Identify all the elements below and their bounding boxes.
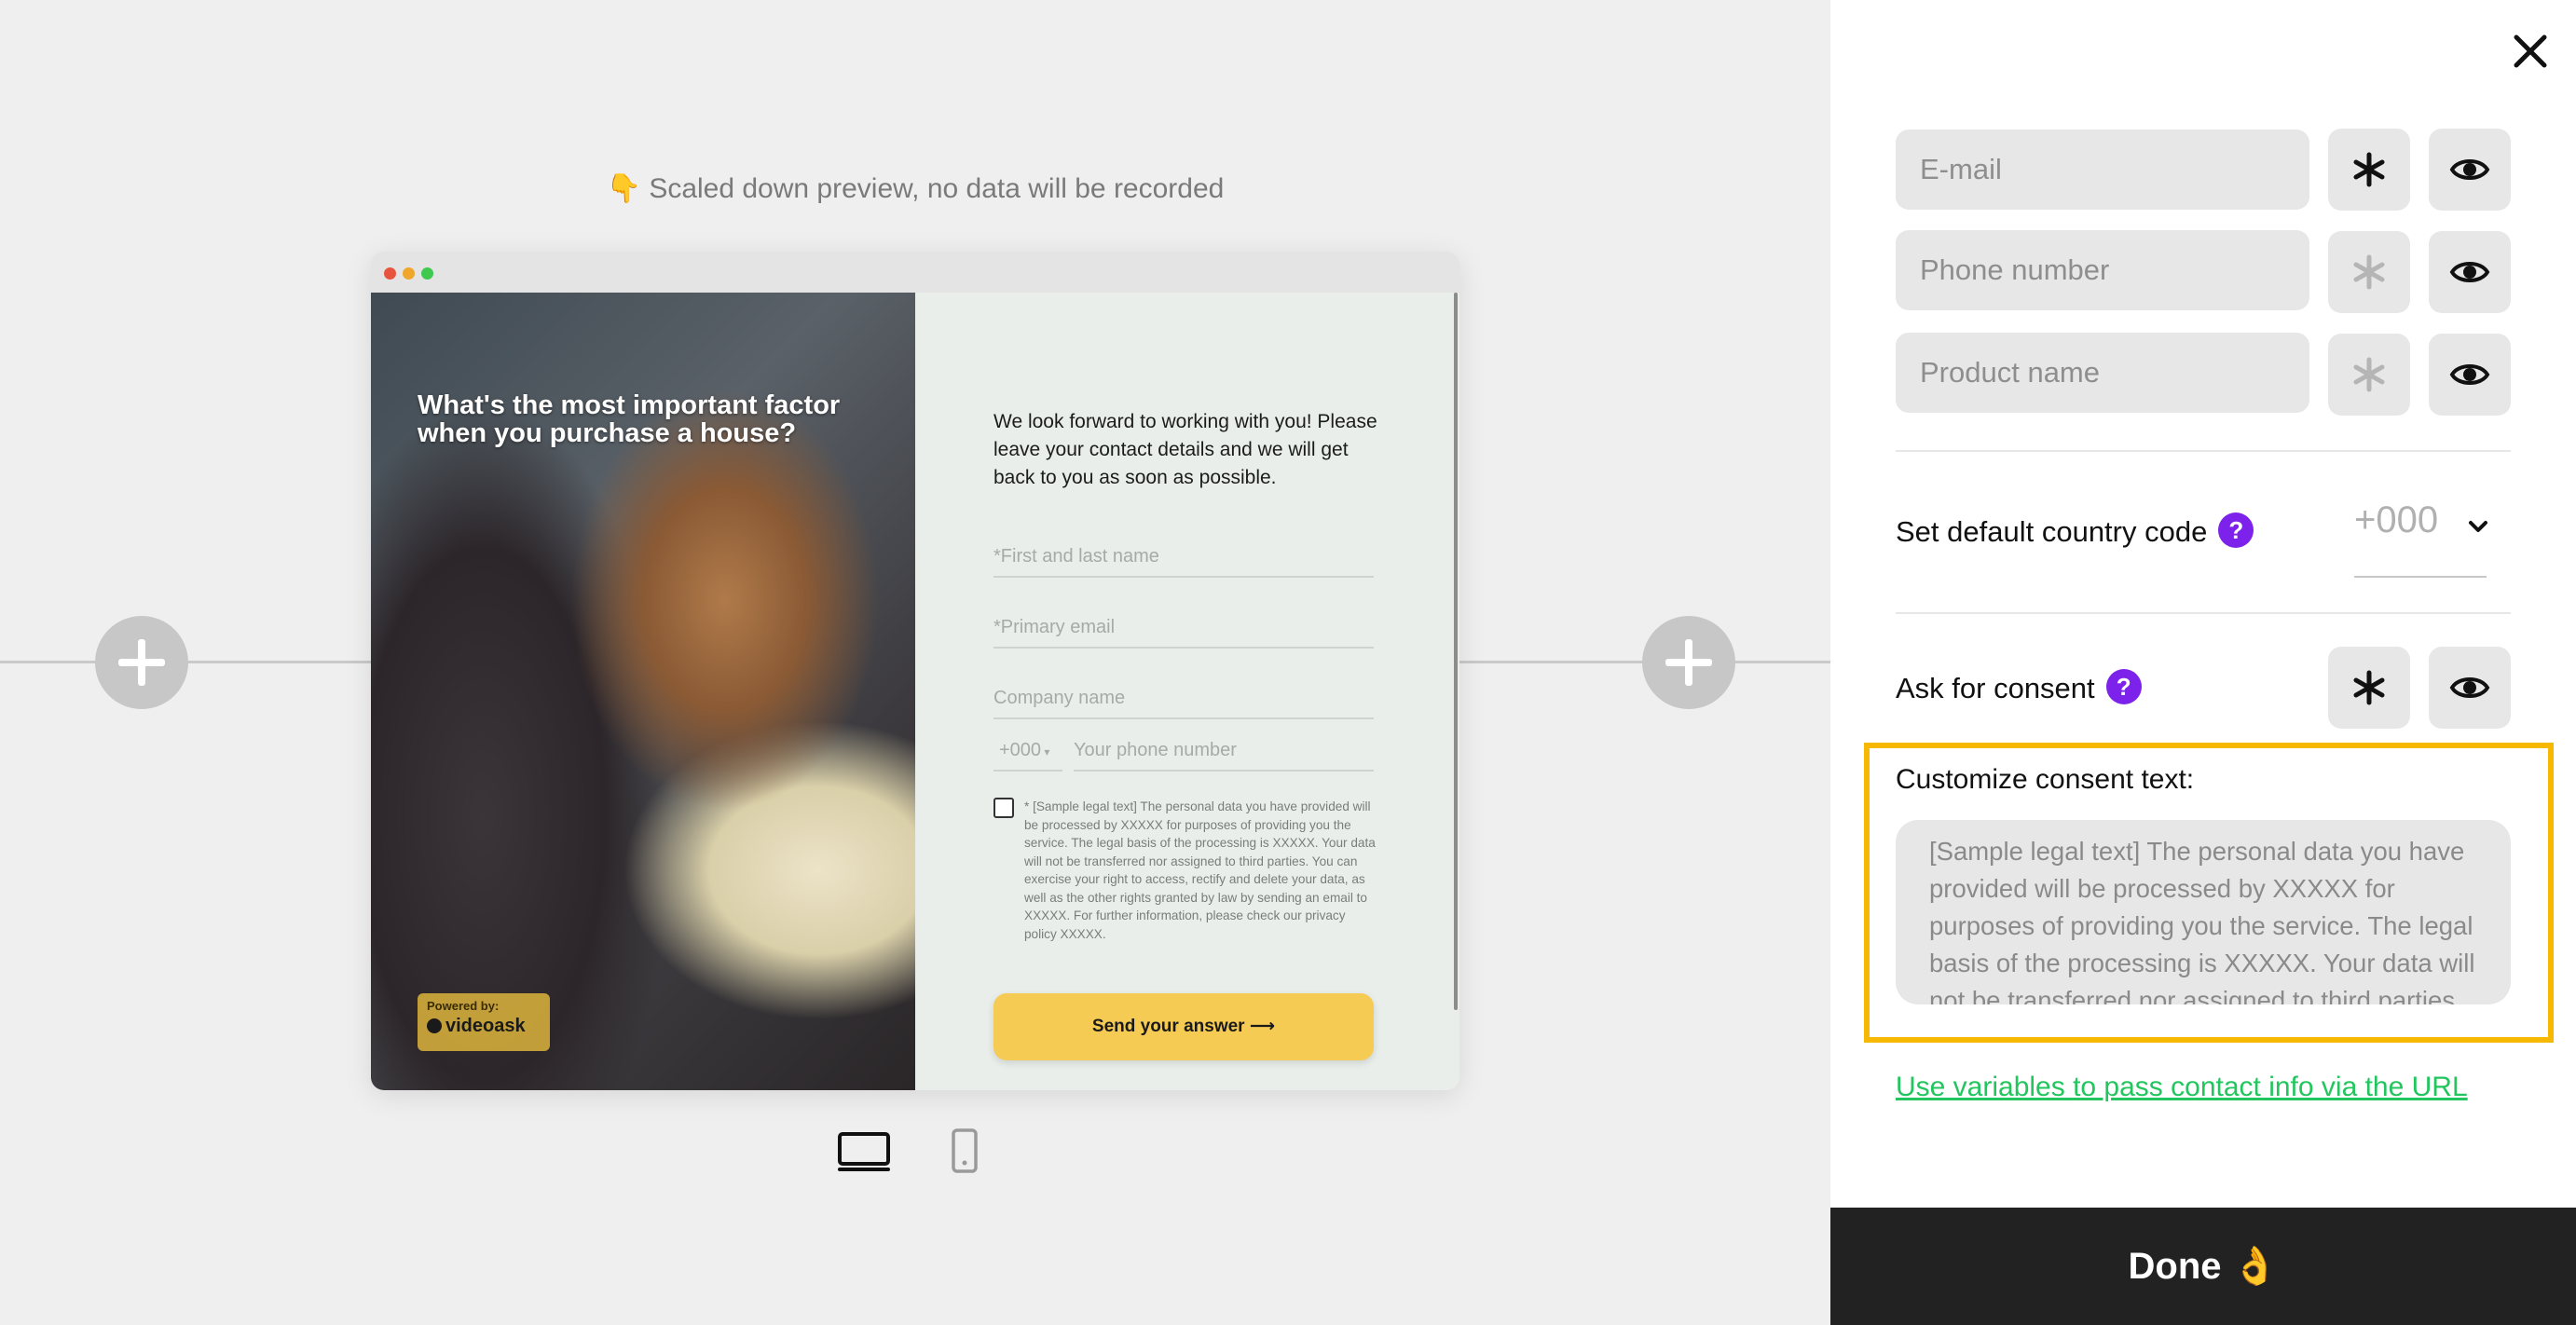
phone-visibility-toggle[interactable] (2429, 231, 2511, 313)
powered-by-label: Powered by: (427, 999, 500, 1013)
close-icon[interactable] (2507, 28, 2554, 75)
country-code-label: Set default country code (1896, 515, 2208, 548)
asterisk-icon (2353, 152, 2385, 187)
form-intro-text: We look forward to working with you! Ple… (993, 411, 1377, 488)
email-required-toggle[interactable] (2328, 129, 2410, 211)
country-code-underline (2354, 576, 2487, 578)
product-visibility-toggle[interactable] (2429, 334, 2511, 416)
email-field[interactable]: E-mail (1896, 130, 2309, 210)
eye-icon (2449, 677, 2490, 698)
phone-number-field[interactable]: Phone number (1896, 230, 2309, 310)
preview-canvas: 👇 Scaled down preview, no data will be r… (0, 0, 1830, 1325)
form-submit-button[interactable]: Send your answer ⟶ (993, 993, 1374, 1060)
powered-by-badge[interactable]: Powered by: videoask (418, 993, 550, 1051)
country-code-setting: Set default country code? (1896, 512, 2254, 549)
form-phone-field[interactable]: Your phone number (1074, 731, 1374, 772)
asterisk-icon (2353, 357, 2385, 392)
powered-by-brand: videoask (427, 1016, 541, 1037)
form-phone-code-underline (993, 770, 1062, 772)
contact-form-pane: We look forward to working with you! Ple… (915, 293, 1459, 1090)
done-button[interactable]: Done 👌 (1830, 1208, 2576, 1325)
browser-dot-close (384, 267, 396, 280)
form-email-field[interactable]: *Primary email (993, 608, 1374, 649)
form-legal-text: * [Sample legal text] The personal data … (1024, 799, 1376, 941)
chevron-down-icon[interactable] (2468, 520, 2488, 533)
divider (1896, 450, 2511, 452)
device-toggle (0, 1124, 1830, 1180)
add-step-before-button[interactable] (95, 616, 188, 709)
eye-icon (2449, 262, 2490, 282)
preview-note: 👇 Scaled down preview, no data will be r… (606, 173, 1225, 204)
videoask-logo-icon (427, 1018, 442, 1033)
eye-icon (2449, 159, 2490, 180)
add-step-after-button[interactable] (1642, 616, 1735, 709)
product-required-toggle[interactable] (2328, 334, 2410, 416)
consent-textarea[interactable]: [Sample legal text] The personal data yo… (1896, 820, 2511, 1004)
product-name-field[interactable]: Product name (1896, 333, 2309, 413)
video-question: What's the most important factor when yo… (418, 390, 841, 448)
chevron-down-icon: ▾ (1041, 745, 1050, 758)
country-code-select[interactable]: +000 (2354, 499, 2438, 541)
form-name-field[interactable]: *First and last name (993, 537, 1374, 578)
consent-label: Ask for consent (1896, 672, 2095, 704)
consent-visibility-toggle[interactable] (2429, 647, 2511, 729)
asterisk-icon (2353, 670, 2385, 705)
form-company-field[interactable]: Company name (993, 678, 1374, 719)
asterisk-icon (2353, 254, 2385, 290)
divider (1896, 612, 2511, 614)
mobile-icon[interactable] (951, 1127, 979, 1174)
powered-by-brand-text: videoask (445, 1016, 526, 1036)
browser-titlebar (371, 252, 1459, 293)
browser-preview: What's the most important factor when yo… (371, 252, 1459, 1090)
settings-panel: E-mail Phone number Product name Set def… (1830, 0, 2576, 1325)
consent-setting: Ask for consent? (1896, 669, 2142, 705)
form-scrollbar[interactable] (1454, 293, 1458, 1010)
email-visibility-toggle[interactable] (2429, 129, 2511, 211)
help-icon[interactable]: ? (2105, 669, 2142, 704)
browser-dot-minimize (403, 267, 415, 280)
consent-text-title: Customize consent text: (1896, 764, 2195, 795)
form-phone-code-select[interactable]: +000 ▾ (999, 740, 1049, 761)
help-icon[interactable]: ? (2218, 512, 2254, 548)
browser-dot-maximize (421, 267, 433, 280)
url-variables-link[interactable]: Use variables to pass contact info via t… (1896, 1072, 2468, 1103)
desktop-icon[interactable] (837, 1131, 891, 1172)
eye-icon (2449, 364, 2490, 385)
form-phone-code-value: +000 (999, 740, 1042, 760)
form-consent-checkbox[interactable] (993, 798, 1014, 818)
consent-required-toggle[interactable] (2328, 647, 2410, 729)
phone-required-toggle[interactable] (2328, 231, 2410, 313)
video-pane: What's the most important factor when yo… (371, 293, 915, 1090)
